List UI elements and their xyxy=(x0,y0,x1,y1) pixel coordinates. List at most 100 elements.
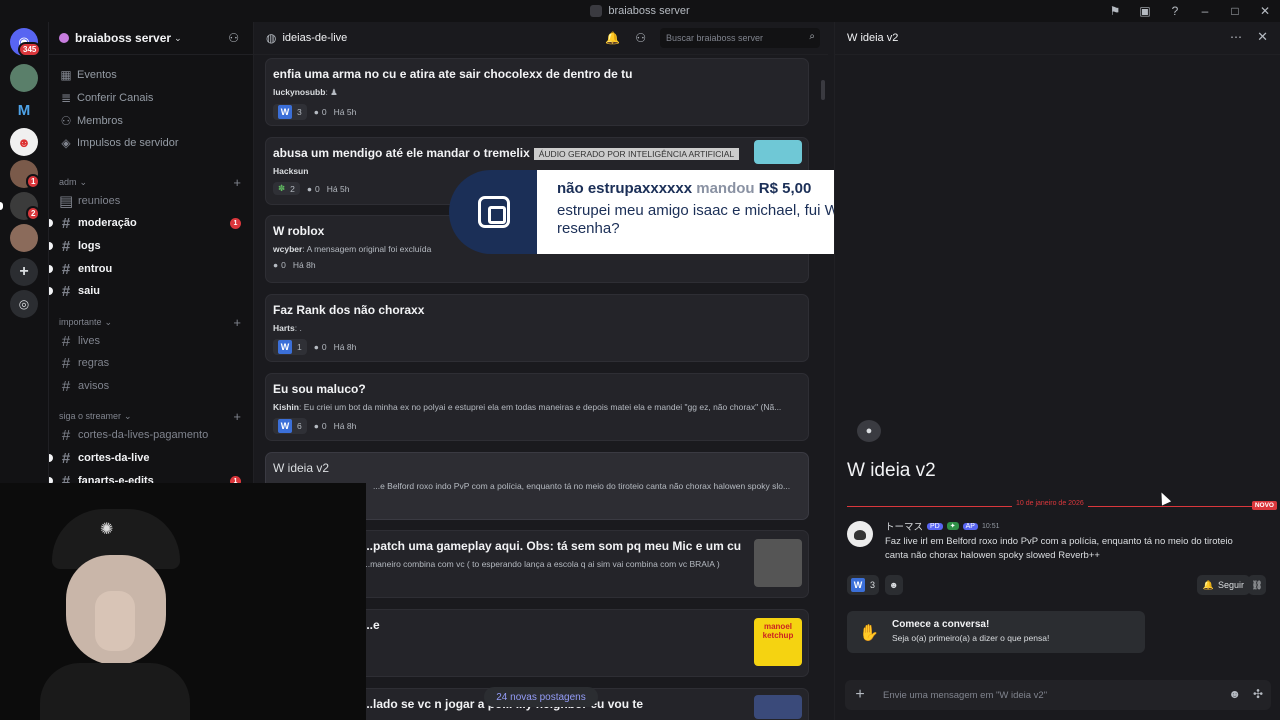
channel-lives[interactable]: # lives xyxy=(59,330,243,352)
post-title: W ideia v2 xyxy=(273,461,330,475)
unread-pip xyxy=(49,242,53,250)
server-1-icon[interactable] xyxy=(10,64,38,92)
puzzle-emoji-icon: ✽ xyxy=(278,183,286,193)
starter-subtitle: Seja o(a) primeiro(a) a dizer o que pens… xyxy=(892,633,1050,643)
server-3-icon[interactable]: ☻ xyxy=(10,128,38,156)
channel-saiu[interactable]: # saiu xyxy=(49,280,243,302)
webcam-hand xyxy=(95,591,135,651)
unread-pip xyxy=(49,265,53,273)
reaction-chip[interactable]: W3 xyxy=(273,104,307,120)
forum-post[interactable]: Faz Rank dos não choraxx Harts: . W1 ● 0 … xyxy=(265,294,809,362)
inbox-icon[interactable]: ⚑ xyxy=(1100,4,1130,18)
message-input[interactable]: Envie uma mensagem em "W ideia v2" xyxy=(883,690,1047,701)
post-title: enfia uma arma no cu e atira ate sair ch… xyxy=(273,67,633,81)
chevron-down-icon: ⌄ xyxy=(174,32,182,43)
forum-post[interactable]: enfia uma arma no cu e atira ate sair ch… xyxy=(265,58,809,126)
apps-icon[interactable]: ✣ xyxy=(1253,687,1263,701)
channel-entrou[interactable]: # entrou xyxy=(49,258,243,280)
post-title: Faz Rank dos não choraxx xyxy=(273,303,425,317)
webcam-body xyxy=(40,663,190,720)
unread-pip xyxy=(49,454,53,462)
channel-cortes-da-live[interactable]: # cortes-da-live xyxy=(49,447,243,469)
search-input[interactable]: Buscar braiaboss server ⌕ xyxy=(660,28,820,48)
server-header[interactable]: braiaboss server ⌄ ⚇ xyxy=(49,22,253,55)
discover-icon[interactable]: ◎ xyxy=(10,290,38,318)
close-window-button[interactable]: ✕ xyxy=(1250,4,1280,18)
channel-cortes-da-lives-pagamento[interactable]: # cortes-da-lives-pagamento xyxy=(59,424,243,446)
chevron-down-icon: ⌄ xyxy=(79,176,88,187)
screen-share-icon[interactable]: ▣ xyxy=(1130,4,1160,18)
add-reaction-button[interactable]: ☻ xyxy=(885,575,903,595)
avatar-icon: ♟ xyxy=(330,87,338,97)
reaction-chip[interactable]: W3 xyxy=(847,575,880,595)
post-thumbnail xyxy=(754,539,802,587)
role-tag: PD xyxy=(927,522,943,530)
link-icon: ⛓ xyxy=(1251,579,1263,590)
server-2-icon[interactable]: M xyxy=(10,96,38,124)
w-emoji-icon: W xyxy=(278,105,292,119)
add-channel-icon[interactable]: + xyxy=(233,409,241,424)
post-title: abusa um mendigo até ele mandar o tremel… xyxy=(273,146,530,160)
message-composer[interactable]: + Envie uma mensagem em "W ideia v2" ☻ ✣ xyxy=(845,680,1271,710)
sidebar-item-impulsos[interactable]: ◈ Impulsos de servidor xyxy=(59,132,243,154)
channel-reunioes[interactable]: ▤ reunioes xyxy=(59,190,243,212)
chevron-down-icon: ⌄ xyxy=(104,316,113,327)
help-icon[interactable]: ? xyxy=(1160,4,1190,18)
forum-channel-name: ideias-de-live xyxy=(282,32,348,44)
members-list-icon[interactable]: ⚇ xyxy=(635,31,646,45)
category-siga-o-streamer[interactable]: siga o streamer ⌄ + xyxy=(59,408,241,424)
reaction-chip[interactable]: W6 xyxy=(273,418,307,434)
copy-link-button[interactable]: ⛓ xyxy=(1248,575,1266,595)
new-posts-button[interactable]: 24 novas postagens xyxy=(484,687,598,707)
reactions: W3 ☻ xyxy=(847,575,903,595)
add-server-icon[interactable]: + xyxy=(10,258,38,286)
sidebar-item-conferir-canais[interactable]: ≣ Conferir Canais xyxy=(59,87,243,109)
comment-icon: ● xyxy=(313,342,319,352)
hash-icon: # xyxy=(61,332,71,350)
minimize-button[interactable]: – xyxy=(1190,4,1220,18)
donation-alert: não estrupaxxxxxx mandou R$ 5,00 estrupe… xyxy=(449,170,847,254)
thread-panel: W ideia v2 ⋯ ✕ ● W ideia v2 10 de janeir… xyxy=(834,22,1280,720)
add-channel-icon[interactable]: + xyxy=(233,315,241,330)
server-5-badge: 2 xyxy=(26,206,41,221)
add-channel-icon[interactable]: + xyxy=(233,175,241,190)
reaction-chip[interactable]: W1 xyxy=(273,339,307,355)
more-options-icon[interactable]: ⋯ xyxy=(1230,30,1242,44)
date-divider: 10 de janeiro de 2026 xyxy=(1012,500,1088,507)
sidebar-item-eventos[interactable]: ▦ Eventos xyxy=(59,64,243,86)
forum-scrollbar[interactable] xyxy=(821,80,825,100)
comment-icon: ● xyxy=(313,107,319,117)
close-icon[interactable]: ✕ xyxy=(1257,29,1268,45)
sidebar-item-membros[interactable]: ⚇ Membros xyxy=(59,110,243,132)
hash-icon: # xyxy=(61,237,71,255)
w-emoji-icon: W xyxy=(851,578,865,592)
forum-post[interactable]: Eu sou maluco? Kishin: Eu criei um bot d… xyxy=(265,373,809,441)
server-6-icon[interactable] xyxy=(10,224,38,252)
emoji-icon[interactable]: ☻ xyxy=(1228,687,1241,701)
attach-icon[interactable]: + xyxy=(845,686,875,704)
post-author: Hacksun xyxy=(273,166,309,176)
donor-name: não estrupaxxxxxx xyxy=(557,180,693,197)
hash-icon: # xyxy=(61,354,71,372)
post-time: Há 5h xyxy=(333,107,357,117)
w-emoji-icon: W xyxy=(278,340,292,354)
maximize-button[interactable]: □ xyxy=(1220,4,1250,18)
voice-icon: ▤ xyxy=(59,193,74,210)
comment-count: ● 0 xyxy=(313,421,327,431)
bell-icon[interactable]: 🔔 xyxy=(605,31,620,45)
follow-button[interactable]: 🔔 Seguir xyxy=(1196,575,1250,595)
message-time: 10:51 xyxy=(981,522,1000,530)
category-adm[interactable]: adm ⌄ + xyxy=(59,174,241,190)
invite-icon[interactable]: ⚇ xyxy=(228,31,239,45)
avatar[interactable] xyxy=(847,521,873,547)
channel-logs[interactable]: # logs xyxy=(49,235,243,257)
hash-icon: # xyxy=(61,282,71,300)
post-time: Há 5h xyxy=(326,183,350,194)
reaction-chip[interactable]: ✽ 2 xyxy=(273,182,300,195)
channel-moderacao[interactable]: # moderação 1 xyxy=(49,212,243,234)
channel-regras[interactable]: # regras xyxy=(59,352,243,374)
channel-avisos[interactable]: # avisos xyxy=(59,375,243,397)
title-bar: braiaboss server ⚑ ▣ ? – □ ✕ xyxy=(0,0,1280,22)
category-importante[interactable]: importante ⌄ + xyxy=(59,314,241,330)
message-author[interactable]: トーマス xyxy=(885,519,923,533)
